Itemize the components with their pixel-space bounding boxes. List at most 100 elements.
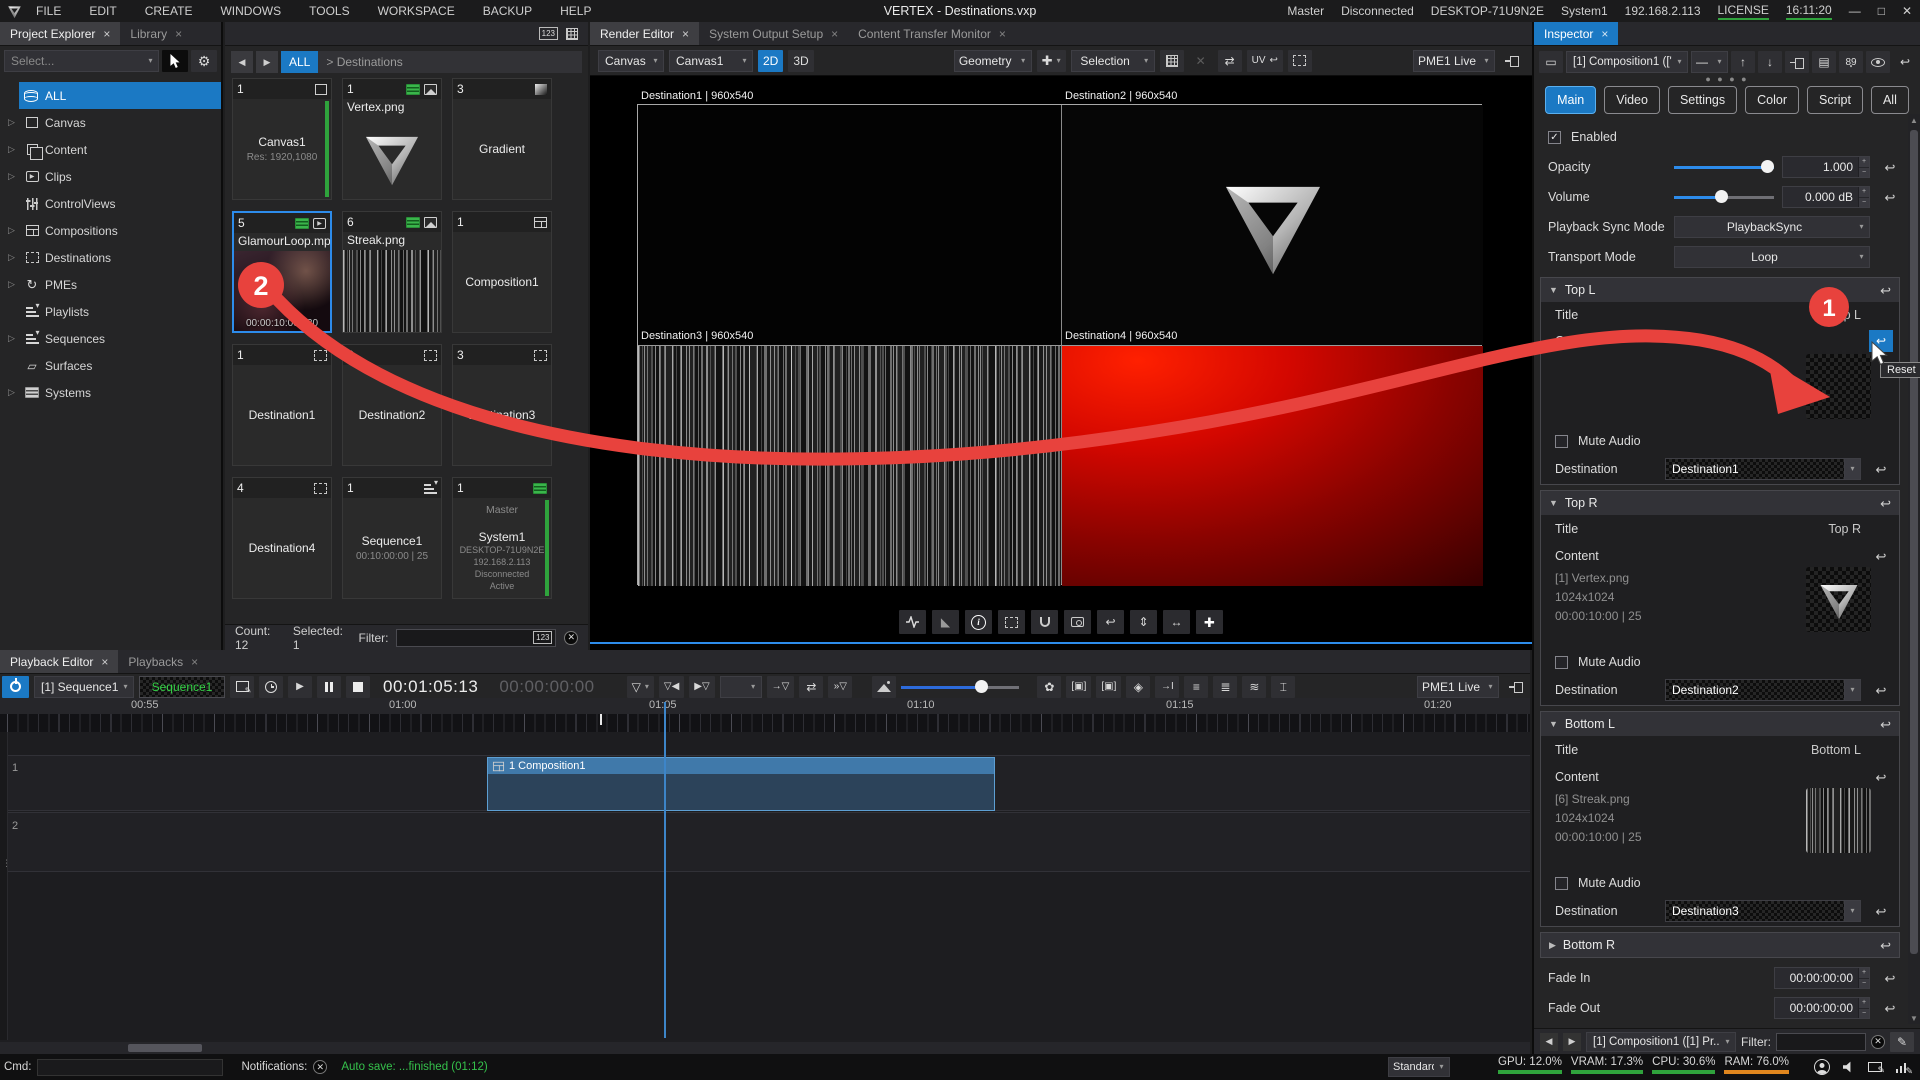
collapse-icon[interactable]: ▼ bbox=[1549, 498, 1558, 508]
tab-playbacks[interactable]: Playbacks× bbox=[118, 650, 208, 673]
prev-object-button[interactable]: ◀ bbox=[1540, 1033, 1558, 1051]
close-icon[interactable]: × bbox=[831, 27, 838, 41]
selection-frame-icon[interactable] bbox=[998, 610, 1025, 634]
section-top-r-header[interactable]: ▼ Top R ↩ bbox=[1541, 491, 1899, 515]
library-cell-composition1[interactable]: 1 Composition1 bbox=[452, 211, 552, 333]
sequence-dropdown[interactable]: [1] Sequence1▾ bbox=[34, 676, 134, 698]
menu-create[interactable]: CREATE bbox=[131, 4, 207, 18]
menu-backup[interactable]: BACKUP bbox=[469, 4, 546, 18]
mute-audio-checkbox[interactable] bbox=[1555, 877, 1568, 890]
clear-filter-icon[interactable]: ✕ bbox=[1871, 1035, 1885, 1049]
shear-tool-icon[interactable]: ⇄ bbox=[1218, 50, 1242, 72]
edit-icon[interactable]: ✎ bbox=[1890, 1032, 1914, 1052]
destination-dropdown[interactable]: Destination1 ▾ bbox=[1665, 458, 1861, 480]
fit-height-icon[interactable]: ⇕ bbox=[1130, 610, 1157, 634]
mute-audio-checkbox[interactable] bbox=[1555, 656, 1568, 669]
move-tool-button[interactable]: ✚▾ bbox=[1037, 50, 1066, 72]
timeline-ruler[interactable]: 00:55 01:00 01:05 01:10 01:15 01:20 bbox=[0, 698, 1530, 714]
align-icon[interactable]: ≡ bbox=[1184, 676, 1208, 698]
scrollbar-thumb[interactable] bbox=[1910, 130, 1918, 954]
fade-out-value[interactable]: 00:00:00:00 +− bbox=[1774, 997, 1870, 1019]
align-top-icon[interactable]: ≣ bbox=[1213, 676, 1237, 698]
object-history-dropdown[interactable]: [1] Composition1 ([1] Pr...▾ bbox=[1586, 1032, 1736, 1052]
reset-icon[interactable]: ↩ bbox=[1880, 939, 1891, 952]
expander-icon[interactable]: ▷ bbox=[4, 171, 19, 182]
menu-workspace[interactable]: WORKSPACE bbox=[364, 4, 469, 18]
breadcrumb-path[interactable]: > Destinations bbox=[318, 55, 402, 69]
reset-icon[interactable]: ↩ bbox=[1880, 284, 1891, 297]
timer-icon[interactable] bbox=[259, 676, 283, 698]
cue-select-dropdown[interactable]: ▾ bbox=[720, 676, 762, 698]
timeline-scrollbar[interactable] bbox=[0, 1042, 1530, 1054]
expander-icon[interactable]: ▷ bbox=[4, 144, 19, 155]
volume-value[interactable]: 0.000 dB +− bbox=[1782, 186, 1870, 208]
quality-mode-dropdown[interactable]: Standard▾ bbox=[1388, 1057, 1450, 1077]
ripple-icon[interactable]: ⌶ bbox=[1271, 676, 1295, 698]
view-2d-button[interactable]: 2D bbox=[758, 50, 783, 72]
tree-item-playlists[interactable]: Playlists bbox=[0, 298, 221, 325]
content-thumbnail-empty[interactable] bbox=[1806, 354, 1871, 419]
reset-icon[interactable]: ↩ bbox=[1885, 161, 1896, 174]
pan-tool-icon[interactable]: ✚ bbox=[1196, 610, 1223, 634]
power-button[interactable] bbox=[2, 676, 29, 698]
opacity-value[interactable]: 1.000 +− bbox=[1782, 156, 1870, 178]
play-button[interactable]: ▶ bbox=[288, 676, 312, 698]
menu-tools[interactable]: TOOLS bbox=[295, 4, 363, 18]
distribute-icon[interactable]: ≋ bbox=[1242, 676, 1266, 698]
tree-item-surfaces[interactable]: ▱ Surfaces bbox=[0, 352, 221, 379]
forward-button[interactable]: ▶ bbox=[256, 51, 278, 73]
reset-icon[interactable]: ↩ bbox=[1885, 191, 1896, 204]
close-icon[interactable]: × bbox=[101, 655, 108, 669]
close-icon[interactable]: × bbox=[175, 27, 182, 41]
menu-windows[interactable]: WINDOWS bbox=[206, 4, 295, 18]
live-sequence-chip[interactable]: Sequence1 bbox=[139, 676, 225, 698]
numeric-filter-icon[interactable]: 123 bbox=[533, 631, 552, 644]
drag-handle[interactable]: ⋮ bbox=[2, 862, 11, 865]
canvas-mode-dropdown[interactable]: Canvas▾ bbox=[598, 50, 664, 72]
tab-main[interactable]: Main bbox=[1545, 86, 1596, 114]
rename-icon[interactable]: ▭ bbox=[1539, 51, 1563, 73]
audio-icon[interactable] bbox=[1843, 1061, 1855, 1073]
uv-tool-button[interactable]: UV↩ bbox=[1247, 50, 1283, 72]
section-top-l-header[interactable]: ▼ Top L ↩ bbox=[1541, 278, 1899, 302]
render-viewport[interactable]: Destination1 | 960x540 Destination2 | 96… bbox=[637, 104, 1482, 585]
playhead[interactable] bbox=[664, 702, 666, 1038]
inspector-scrollbar[interactable]: ▲ ▼ bbox=[1908, 114, 1920, 1024]
tab-system-output-setup[interactable]: System Output Setup× bbox=[699, 22, 848, 45]
refresh-icon[interactable]: ↩ bbox=[1893, 51, 1917, 73]
playback-sync-dropdown[interactable]: PlaybackSync▾ bbox=[1674, 216, 1870, 238]
zoom-selection-icon[interactable]: ◈ bbox=[1126, 676, 1150, 698]
timeline-tickstrip[interactable] bbox=[0, 714, 1530, 732]
selection-dropdown[interactable]: Selection▾ bbox=[1071, 50, 1155, 72]
reset-icon[interactable]: ↩ bbox=[1880, 718, 1891, 731]
mute-audio-checkbox[interactable] bbox=[1555, 435, 1568, 448]
tree-item-compositions[interactable]: ▷ Compositions bbox=[0, 217, 221, 244]
tab-inspector[interactable]: Inspector× bbox=[1534, 22, 1618, 45]
collapse-icon[interactable]: ▼ bbox=[1549, 719, 1558, 729]
fit-width-icon[interactable]: ↔ bbox=[1163, 610, 1190, 634]
menu-help[interactable]: HELP bbox=[546, 4, 605, 18]
reset-icon[interactable]: ↩ bbox=[1880, 497, 1891, 510]
tab-playback-editor[interactable]: Playback Editor× bbox=[0, 650, 118, 673]
menu-file[interactable]: FILE bbox=[22, 4, 75, 18]
section-bottom-r-header[interactable]: ▶ Bottom R ↩ bbox=[1541, 933, 1899, 957]
close-icon[interactable]: × bbox=[682, 27, 689, 41]
pme-live-dropdown[interactable]: PME1 Live▾ bbox=[1413, 50, 1495, 72]
pin-icon[interactable] bbox=[1504, 676, 1528, 698]
tree-item-content[interactable]: ▷ Content bbox=[0, 136, 221, 163]
reset-icon[interactable]: ↩ bbox=[1876, 771, 1887, 784]
library-cell-sequence1[interactable]: 1 Sequence1 00:10:00:00 | 25 bbox=[342, 477, 442, 599]
reset-view-icon[interactable]: ↩ bbox=[1097, 610, 1124, 634]
title-value[interactable]: Bottom L bbox=[1811, 743, 1861, 757]
library-cell-destination1[interactable]: 1 Destination1 bbox=[232, 344, 332, 466]
canvas-select-dropdown[interactable]: Canvas1▾ bbox=[669, 50, 753, 72]
enabled-checkbox[interactable]: ✓ bbox=[1548, 131, 1561, 144]
screenshot-icon[interactable] bbox=[1064, 610, 1091, 634]
notifications-clear-icon[interactable]: ✕ bbox=[313, 1060, 327, 1074]
drag-handle[interactable]: ● ● ● ● bbox=[1534, 75, 1920, 83]
follow-playhead-icon[interactable]: ✿ bbox=[1037, 676, 1061, 698]
clip-composition1[interactable]: 1 Composition1 bbox=[487, 757, 995, 811]
tab-script[interactable]: Script bbox=[1807, 86, 1863, 114]
library-cell-destination2[interactable]: 2 Destination2 bbox=[342, 344, 442, 466]
library-cell-system1[interactable]: 1 Master System1 DESKTOP-71U9N2E 192.168… bbox=[452, 477, 552, 599]
